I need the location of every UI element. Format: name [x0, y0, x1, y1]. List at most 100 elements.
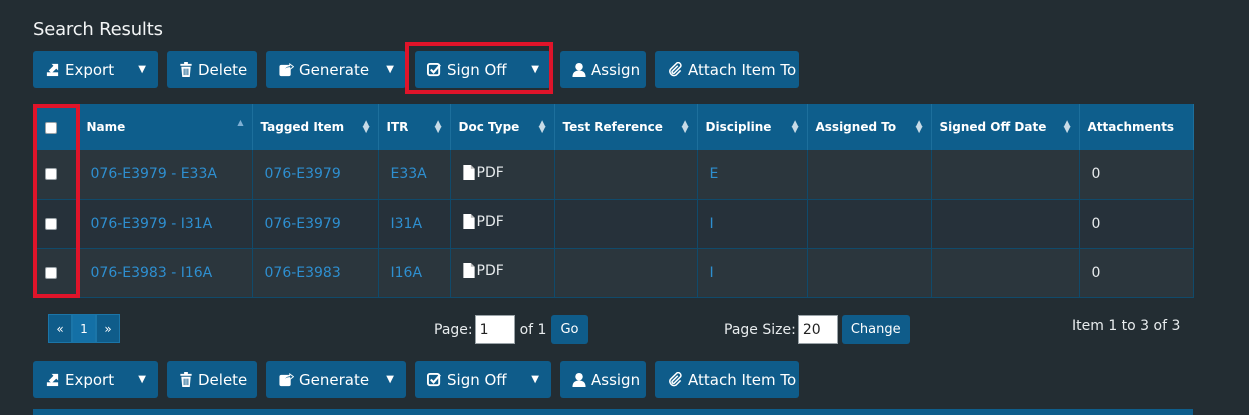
column-header-test-reference[interactable]: Test Reference ▲ ▼ [554, 104, 698, 150]
page-number-input[interactable] [474, 315, 515, 344]
caret-down-icon[interactable]: ▼ [374, 374, 394, 385]
user-icon [572, 372, 586, 387]
sort-asc-icon: ▲ [237, 118, 244, 128]
export-button[interactable]: Export ▼ [33, 51, 158, 88]
attach-item-button[interactable]: Attach Item To [655, 51, 799, 88]
assign-button[interactable]: Assign [560, 361, 646, 398]
row-discipline-link[interactable]: I [697, 248, 808, 297]
row-name-link[interactable]: 076-E3979 - I31A [78, 199, 253, 248]
generate-button[interactable]: Generate ▼ [266, 51, 406, 88]
row-checkbox[interactable] [45, 168, 57, 181]
sort-icon: ▲ ▼ [434, 119, 442, 135]
bottom-toolbar: Export ▼ Delete Generate ▼ Sign Off ▼ As… [33, 361, 808, 398]
assign-label: Assign [591, 370, 641, 389]
table-row: 076-E3979 - E33A 076-E3979 E33A PDF E 0 [33, 150, 1194, 199]
row-signed-off-date [931, 248, 1080, 297]
select-all-cell [33, 104, 79, 150]
row-doc-type[interactable]: PDF [450, 199, 555, 248]
row-name-link[interactable]: 076-E3979 - E33A [78, 150, 253, 199]
row-attachments: 0 [1079, 199, 1194, 248]
delete-button[interactable]: Delete [167, 51, 257, 88]
row-tagged-item-link[interactable]: 076-E3983 [252, 248, 379, 297]
table-row: 076-E3979 - I31A 076-E3979 I31A PDF I 0 [33, 199, 1194, 248]
sign-off-label: Sign Off [447, 60, 507, 79]
delete-label: Delete [198, 370, 248, 389]
row-attachments: 0 [1079, 150, 1194, 199]
trash-icon [179, 62, 193, 77]
column-header-signed-off-date[interactable]: Signed Off Date ▲ ▼ [931, 104, 1080, 150]
pagination-last-button[interactable]: » [96, 314, 120, 343]
results-table-container: Name ▲ Tagged Item ▲ ▼ ITR ▲ ▼ Doc Type ▲ ▼ Tes… [33, 104, 1194, 298]
file-icon [462, 165, 475, 180]
table-row: 076-E3983 - I16A 076-E3983 I16A PDF I 0 [33, 248, 1194, 297]
row-discipline-link[interactable]: E [697, 150, 808, 199]
pagination: « 1 » [48, 314, 120, 343]
page-size: Page Size: Change [724, 315, 910, 344]
share-square-icon [278, 62, 294, 77]
sign-off-button[interactable]: Sign Off ▼ [415, 361, 551, 398]
go-button[interactable]: Go [551, 315, 588, 344]
file-icon [462, 263, 475, 279]
page-size-input[interactable] [797, 315, 838, 344]
row-test-reference [554, 199, 698, 248]
column-header-itr[interactable]: ITR ▲ ▼ [378, 104, 451, 150]
page-of-label: of 1 [519, 321, 547, 338]
assign-label: Assign [591, 60, 641, 79]
pagination-first-button[interactable]: « [48, 314, 72, 343]
delete-label: Delete [198, 60, 248, 79]
caret-down-icon[interactable]: ▼ [126, 374, 146, 385]
results-table: Name ▲ Tagged Item ▲ ▼ ITR ▲ ▼ Doc Type ▲ ▼ Tes… [33, 104, 1194, 298]
row-signed-off-date [931, 199, 1080, 248]
sort-icon: ▲ ▼ [362, 119, 370, 135]
export-button[interactable]: Export ▼ [33, 361, 158, 398]
caret-down-icon[interactable]: ▼ [126, 64, 146, 75]
row-tagged-item-link[interactable]: 076-E3979 [252, 150, 379, 199]
column-header-tagged-item[interactable]: Tagged Item ▲ ▼ [252, 104, 379, 150]
row-signed-off-date [931, 150, 1080, 199]
delete-button[interactable]: Delete [167, 361, 257, 398]
row-discipline-link[interactable]: I [697, 199, 808, 248]
row-itr-link[interactable]: I31A [378, 199, 451, 248]
sort-icon: ▲ ▼ [791, 119, 799, 135]
generate-button[interactable]: Generate ▼ [266, 361, 406, 398]
caret-down-icon[interactable]: ▼ [519, 374, 539, 385]
row-checkbox[interactable] [45, 266, 57, 279]
page-title: Search Results [33, 19, 163, 40]
column-header-doc-type[interactable]: Doc Type ▲ ▼ [450, 104, 555, 150]
share-square-icon [278, 372, 294, 387]
attach-item-label: Attach Item To [688, 370, 797, 389]
column-header-name[interactable]: Name ▲ [78, 104, 253, 150]
sort-icon: ▲ ▼ [681, 119, 689, 135]
column-header-attachments[interactable]: Attachments [1079, 104, 1194, 150]
paperclip-icon [667, 62, 683, 77]
generate-label: Generate [299, 60, 370, 79]
row-doc-type[interactable]: PDF [450, 150, 555, 199]
column-header-assigned-to[interactable]: Assigned To ▲ ▼ [807, 104, 932, 150]
caret-down-icon[interactable]: ▼ [374, 64, 394, 75]
column-header-discipline[interactable]: Discipline ▲ ▼ [697, 104, 808, 150]
row-attachments: 0 [1079, 248, 1194, 297]
row-checkbox[interactable] [45, 217, 57, 230]
row-doc-type[interactable]: PDF [450, 248, 555, 297]
change-button[interactable]: Change [841, 315, 910, 344]
bottom-divider [33, 409, 1193, 415]
assign-button[interactable]: Assign [560, 51, 646, 88]
sign-off-button[interactable]: Sign Off ▼ [415, 51, 551, 88]
row-itr-link[interactable]: E33A [378, 150, 451, 199]
attach-item-label: Attach Item To [688, 60, 797, 79]
select-all-checkbox[interactable] [45, 121, 57, 134]
generate-label: Generate [299, 370, 370, 389]
attach-item-button[interactable]: Attach Item To [655, 361, 799, 398]
sort-icon: ▲ ▼ [915, 119, 923, 135]
row-itr-link[interactable]: I16A [378, 248, 451, 297]
check-square-icon [427, 62, 442, 77]
export-label: Export [65, 60, 115, 79]
caret-down-icon[interactable]: ▼ [519, 64, 539, 75]
row-tagged-item-link[interactable]: 076-E3979 [252, 199, 379, 248]
row-name-link[interactable]: 076-E3983 - I16A [78, 248, 253, 297]
export-label: Export [65, 370, 115, 389]
top-toolbar: Export ▼ Delete Generate ▼ Sign Off ▼ As… [33, 51, 808, 88]
pagination-page-1[interactable]: 1 [72, 314, 96, 343]
row-assigned-to [807, 150, 932, 199]
file-icon [462, 214, 475, 230]
